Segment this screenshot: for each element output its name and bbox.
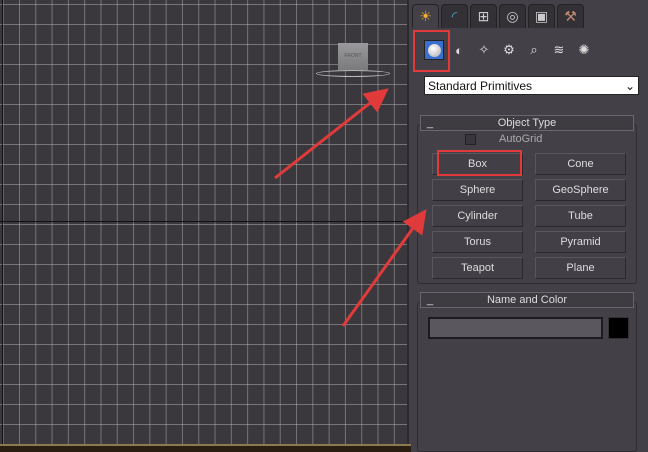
annotation-arrows xyxy=(274,88,427,327)
arrow-to-object-type xyxy=(341,209,427,327)
arrow-to-viewcube xyxy=(274,88,389,180)
